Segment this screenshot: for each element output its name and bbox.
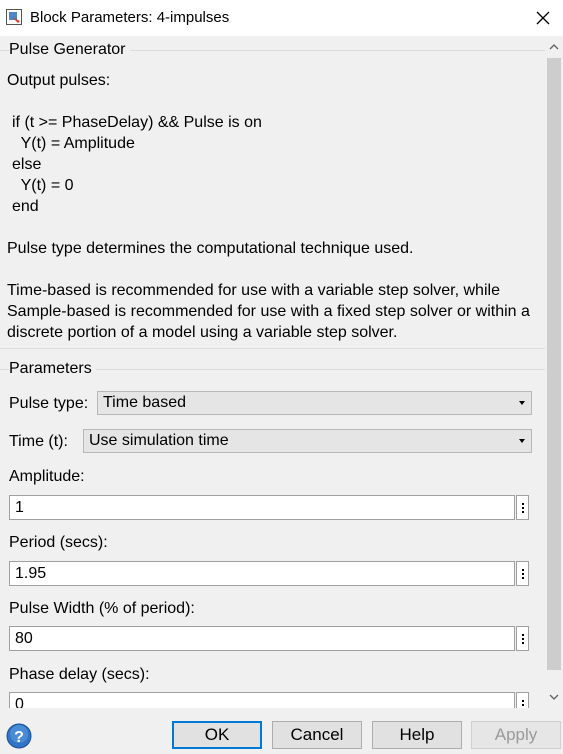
chevron-down-icon bbox=[519, 439, 525, 443]
amplitude-label: Amplitude: bbox=[9, 468, 85, 485]
pulse-type-value: Time based bbox=[103, 394, 186, 411]
help-button[interactable]: Help bbox=[372, 721, 462, 749]
amplitude-field[interactable]: 1 bbox=[9, 495, 515, 520]
pulse-width-label: Pulse Width (% of period): bbox=[9, 600, 195, 617]
apply-button[interactable]: Apply bbox=[471, 721, 561, 749]
scroll-down-icon[interactable] bbox=[545, 688, 563, 706]
amplitude-more-icon[interactable] bbox=[516, 495, 529, 520]
button-bar: ? OK Cancel Help Apply bbox=[0, 708, 563, 754]
recommendation-text: Time-based is recommended for use with a… bbox=[7, 282, 530, 341]
code-line: Y(t) = 0 bbox=[12, 177, 74, 194]
time-label: Time (t): bbox=[9, 433, 68, 450]
close-icon[interactable] bbox=[529, 4, 557, 32]
title-bar: Block Parameters: 4-impulses bbox=[0, 0, 563, 36]
description-section-title: Pulse Generator bbox=[9, 41, 130, 59]
pulse-type-note: Pulse type determines the computational … bbox=[7, 240, 414, 257]
vertical-scrollbar[interactable] bbox=[545, 36, 563, 708]
simulink-block-icon bbox=[6, 9, 22, 25]
help-icon[interactable]: ? bbox=[5, 722, 33, 750]
cancel-button[interactable]: Cancel bbox=[272, 721, 362, 749]
period-more-icon[interactable] bbox=[516, 561, 529, 586]
period-label: Period (secs): bbox=[9, 534, 108, 551]
scroll-up-icon[interactable] bbox=[545, 38, 563, 56]
description-bottom-border bbox=[0, 348, 545, 349]
period-value: 1.95 bbox=[15, 565, 47, 582]
svg-text:?: ? bbox=[14, 729, 24, 746]
dialog-content: Pulse Generator Output pulses: if (t >= … bbox=[0, 36, 545, 708]
phase-delay-value: 0 bbox=[15, 696, 24, 708]
code-line: Y(t) = Amplitude bbox=[12, 135, 135, 152]
period-field[interactable]: 1.95 bbox=[9, 561, 515, 586]
pulse-width-more-icon[interactable] bbox=[516, 626, 529, 651]
time-dropdown[interactable]: Use simulation time bbox=[83, 429, 532, 453]
chevron-down-icon bbox=[519, 401, 525, 405]
phase-delay-field[interactable]: 0 bbox=[9, 692, 515, 708]
code-line: end bbox=[12, 198, 39, 215]
pulse-type-dropdown[interactable]: Time based bbox=[97, 391, 532, 415]
code-line: if (t >= PhaseDelay) && Pulse is on bbox=[12, 114, 262, 131]
pulse-width-field[interactable]: 80 bbox=[9, 626, 515, 651]
phase-delay-label: Phase delay (secs): bbox=[9, 666, 150, 683]
description-intro: Output pulses: bbox=[7, 72, 111, 89]
pulse-width-value: 80 bbox=[15, 630, 33, 647]
time-value: Use simulation time bbox=[89, 432, 229, 449]
pulse-type-label: Pulse type: bbox=[9, 395, 89, 412]
amplitude-value: 1 bbox=[15, 499, 24, 516]
parameters-section-title: Parameters bbox=[9, 360, 96, 378]
ok-button[interactable]: OK bbox=[172, 721, 262, 749]
phase-delay-more-icon[interactable] bbox=[516, 692, 529, 708]
code-line: else bbox=[12, 156, 42, 173]
window-title: Block Parameters: 4-impulses bbox=[30, 9, 230, 26]
scrollbar-thumb[interactable] bbox=[547, 58, 561, 670]
